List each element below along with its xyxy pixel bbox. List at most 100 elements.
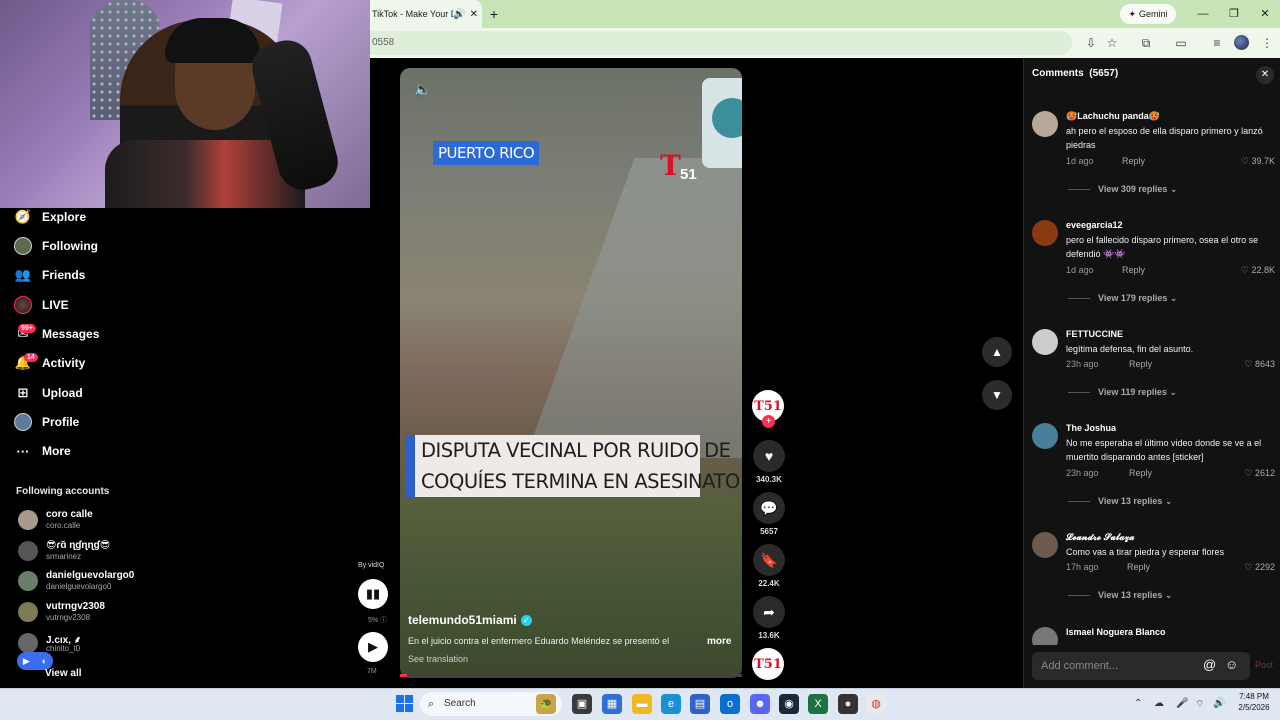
sidebar-item-label: Following bbox=[42, 239, 98, 253]
file-explorer-icon[interactable]: ▬ bbox=[632, 694, 652, 714]
sidebar-item-live[interactable]: LIVE bbox=[14, 293, 154, 317]
video-author[interactable]: telemundo51miami ✓ bbox=[408, 613, 532, 627]
profile-avatar[interactable] bbox=[1234, 35, 1249, 50]
view-replies-button[interactable]: View 179 replies ⌄ bbox=[1068, 293, 1177, 304]
steam-icon[interactable]: ◉ bbox=[779, 694, 799, 714]
volume-tray-icon[interactable]: 🔊 bbox=[1213, 698, 1225, 709]
comment-user[interactable]: FETTUCCINE bbox=[1066, 329, 1123, 339]
account-item[interactable]: coro calle coro.calle bbox=[16, 507, 166, 535]
avatar[interactable] bbox=[1032, 220, 1058, 246]
video-progress-bar[interactable] bbox=[400, 674, 742, 677]
comment-user[interactable]: 🥵Lachuchu panda🥵 bbox=[1066, 111, 1160, 122]
sidebar-item-more[interactable]: ··· More bbox=[14, 439, 154, 463]
reply-button[interactable]: Reply bbox=[1122, 156, 1145, 166]
sidebar-item-profile[interactable]: Profile bbox=[14, 410, 154, 434]
avatar[interactable] bbox=[1032, 532, 1058, 558]
microphone-icon[interactable]: 🎤 bbox=[1176, 698, 1188, 709]
more-options-icon[interactable]: ··· bbox=[713, 80, 725, 94]
app-icon[interactable]: ▤ bbox=[690, 694, 710, 714]
comment-like[interactable]: ♡ 8643 bbox=[1244, 359, 1275, 370]
mention-icon[interactable]: @ bbox=[1203, 657, 1216, 672]
next-video-button[interactable]: ▼ bbox=[982, 380, 1012, 410]
comment-user[interactable]: 𝓛𝓮𝓪𝓷𝓭𝓻𝓸 𝓢𝓪𝓵𝓪𝔃𝓪 bbox=[1066, 532, 1135, 543]
sidebar-item-friends[interactable]: 👥 Friends bbox=[14, 263, 154, 287]
reply-button[interactable]: Reply bbox=[1129, 359, 1152, 369]
avatar[interactable] bbox=[1032, 329, 1058, 355]
close-comments-button[interactable]: ✕ bbox=[1256, 66, 1274, 84]
see-translation-link[interactable]: See translation bbox=[408, 654, 468, 664]
windows-start-icon[interactable] bbox=[396, 695, 413, 712]
add-comment-input[interactable]: Add comment... bbox=[1032, 652, 1250, 680]
save-button[interactable]: 🔖 22.4K bbox=[752, 544, 786, 588]
chrome-icon[interactable]: ◍ bbox=[866, 694, 886, 714]
post-button[interactable]: Post bbox=[1255, 660, 1273, 670]
view-replies-button[interactable]: View 13 replies ⌄ bbox=[1068, 496, 1172, 507]
discord-icon[interactable]: ☻ bbox=[750, 694, 770, 714]
comment-user[interactable]: The Joshua bbox=[1066, 423, 1116, 433]
restore-button[interactable]: ❐ bbox=[1225, 5, 1243, 23]
vidiq-stats-button[interactable]: ▮▮ bbox=[358, 579, 388, 609]
network-icon[interactable]: ☁ bbox=[1154, 698, 1164, 709]
vidiq-play-button[interactable]: ▶ bbox=[358, 632, 388, 662]
close-window-button[interactable]: ✕ bbox=[1256, 5, 1274, 23]
avatar[interactable] bbox=[1032, 111, 1058, 137]
previous-video-button[interactable]: ▲ bbox=[982, 337, 1012, 367]
view-replies-button[interactable]: View 13 replies ⌄ bbox=[1068, 590, 1172, 601]
minimize-button[interactable]: — bbox=[1194, 5, 1212, 23]
close-tab-icon[interactable]: ✕ bbox=[470, 9, 478, 20]
follow-plus-button[interactable]: + bbox=[762, 415, 775, 428]
reply-button[interactable]: Reply bbox=[1127, 562, 1150, 572]
extensions-icon[interactable]: ⧉ bbox=[1137, 34, 1155, 52]
avatar[interactable] bbox=[1032, 627, 1058, 645]
sound-avatar-button[interactable]: T51 bbox=[752, 648, 786, 680]
gemini-button[interactable]: ✦ Gemini bbox=[1120, 4, 1176, 24]
browser-tab[interactable]: TikTok - Make Your Da 🔊 ✕ bbox=[370, 0, 482, 28]
install-app-icon[interactable]: ⇩ bbox=[1082, 34, 1100, 52]
kebab-menu-icon[interactable]: ⋮ bbox=[1258, 34, 1276, 52]
sidebar-item-following[interactable]: Following bbox=[14, 234, 154, 258]
outlook-icon[interactable]: o bbox=[720, 694, 740, 714]
comment-like[interactable]: ♡ 2612 bbox=[1244, 468, 1275, 479]
account-item[interactable]: danielguevolargo0 danielguevolargo0 bbox=[16, 568, 166, 596]
comments-title: Comments (5657) bbox=[1032, 68, 1118, 79]
friends-icon: 👥 bbox=[14, 267, 32, 282]
account-item[interactable]: vutrngv2308 vutrngv2308 bbox=[16, 599, 166, 627]
cast-icon[interactable]: ▭ bbox=[1172, 34, 1190, 52]
task-view-icon[interactable]: ▣ bbox=[572, 694, 592, 714]
view-all-link[interactable]: View all bbox=[45, 668, 82, 679]
emoji-icon[interactable]: ☺ bbox=[1225, 657, 1238, 672]
obs-icon[interactable]: ● bbox=[838, 694, 858, 714]
tray-chevron-icon[interactable]: ⌃ bbox=[1134, 698, 1142, 709]
edge-icon[interactable]: e bbox=[661, 694, 681, 714]
sidebar-item-upload[interactable]: ⊞ Upload bbox=[14, 381, 154, 405]
view-replies-button[interactable]: View 309 replies ⌄ bbox=[1068, 184, 1177, 195]
bookmark-star-icon[interactable]: ☆ bbox=[1103, 34, 1121, 52]
comment-button[interactable]: 💬 5657 bbox=[752, 492, 786, 536]
volume-icon[interactable]: 🔈 bbox=[414, 81, 431, 98]
view-replies-button[interactable]: View 119 replies ⌄ bbox=[1068, 387, 1177, 398]
taskbar-clock[interactable]: 7:48 PM 2/5/2026 bbox=[1232, 691, 1276, 713]
comment-time: 1d ago bbox=[1066, 265, 1094, 275]
account-item[interactable]: 😎ɾɑ̃ ɳɠɳɳɠ😎 srmarinez bbox=[16, 538, 166, 566]
comment-like[interactable]: ♡ 39.7K bbox=[1241, 156, 1275, 167]
reply-button[interactable]: Reply bbox=[1129, 468, 1152, 478]
avatar[interactable] bbox=[1032, 423, 1058, 449]
comment-user[interactable]: Ismael Noguera Blanco bbox=[1066, 627, 1166, 637]
sidebar-item-explore[interactable]: 🧭 Explore bbox=[14, 205, 154, 229]
comment-user[interactable]: eveegarcia12 bbox=[1066, 220, 1123, 230]
speaker-icon[interactable]: 🔊 bbox=[453, 9, 465, 20]
widget-icon[interactable]: 🐢 bbox=[536, 694, 556, 714]
ellipsis-icon: ··· bbox=[16, 443, 30, 459]
new-tab-button[interactable]: + bbox=[486, 6, 502, 22]
like-button[interactable]: ♥ 340.3K bbox=[752, 440, 786, 484]
media-controls-icon[interactable]: ≡ bbox=[1208, 34, 1226, 52]
wifi-icon[interactable]: ⌔ bbox=[1195, 698, 1204, 711]
more-link[interactable]: more bbox=[707, 636, 731, 647]
reply-button[interactable]: Reply bbox=[1122, 265, 1145, 275]
comment-like[interactable]: ♡ 22.8K bbox=[1241, 265, 1275, 276]
address-bar[interactable]: 0558 bbox=[370, 31, 1072, 55]
share-button[interactable]: ➦ 13.6K bbox=[752, 596, 786, 640]
excel-icon[interactable]: X bbox=[808, 694, 828, 714]
store-icon[interactable]: ▦ bbox=[602, 694, 622, 714]
comment-like[interactable]: ♡ 2292 bbox=[1244, 562, 1275, 573]
